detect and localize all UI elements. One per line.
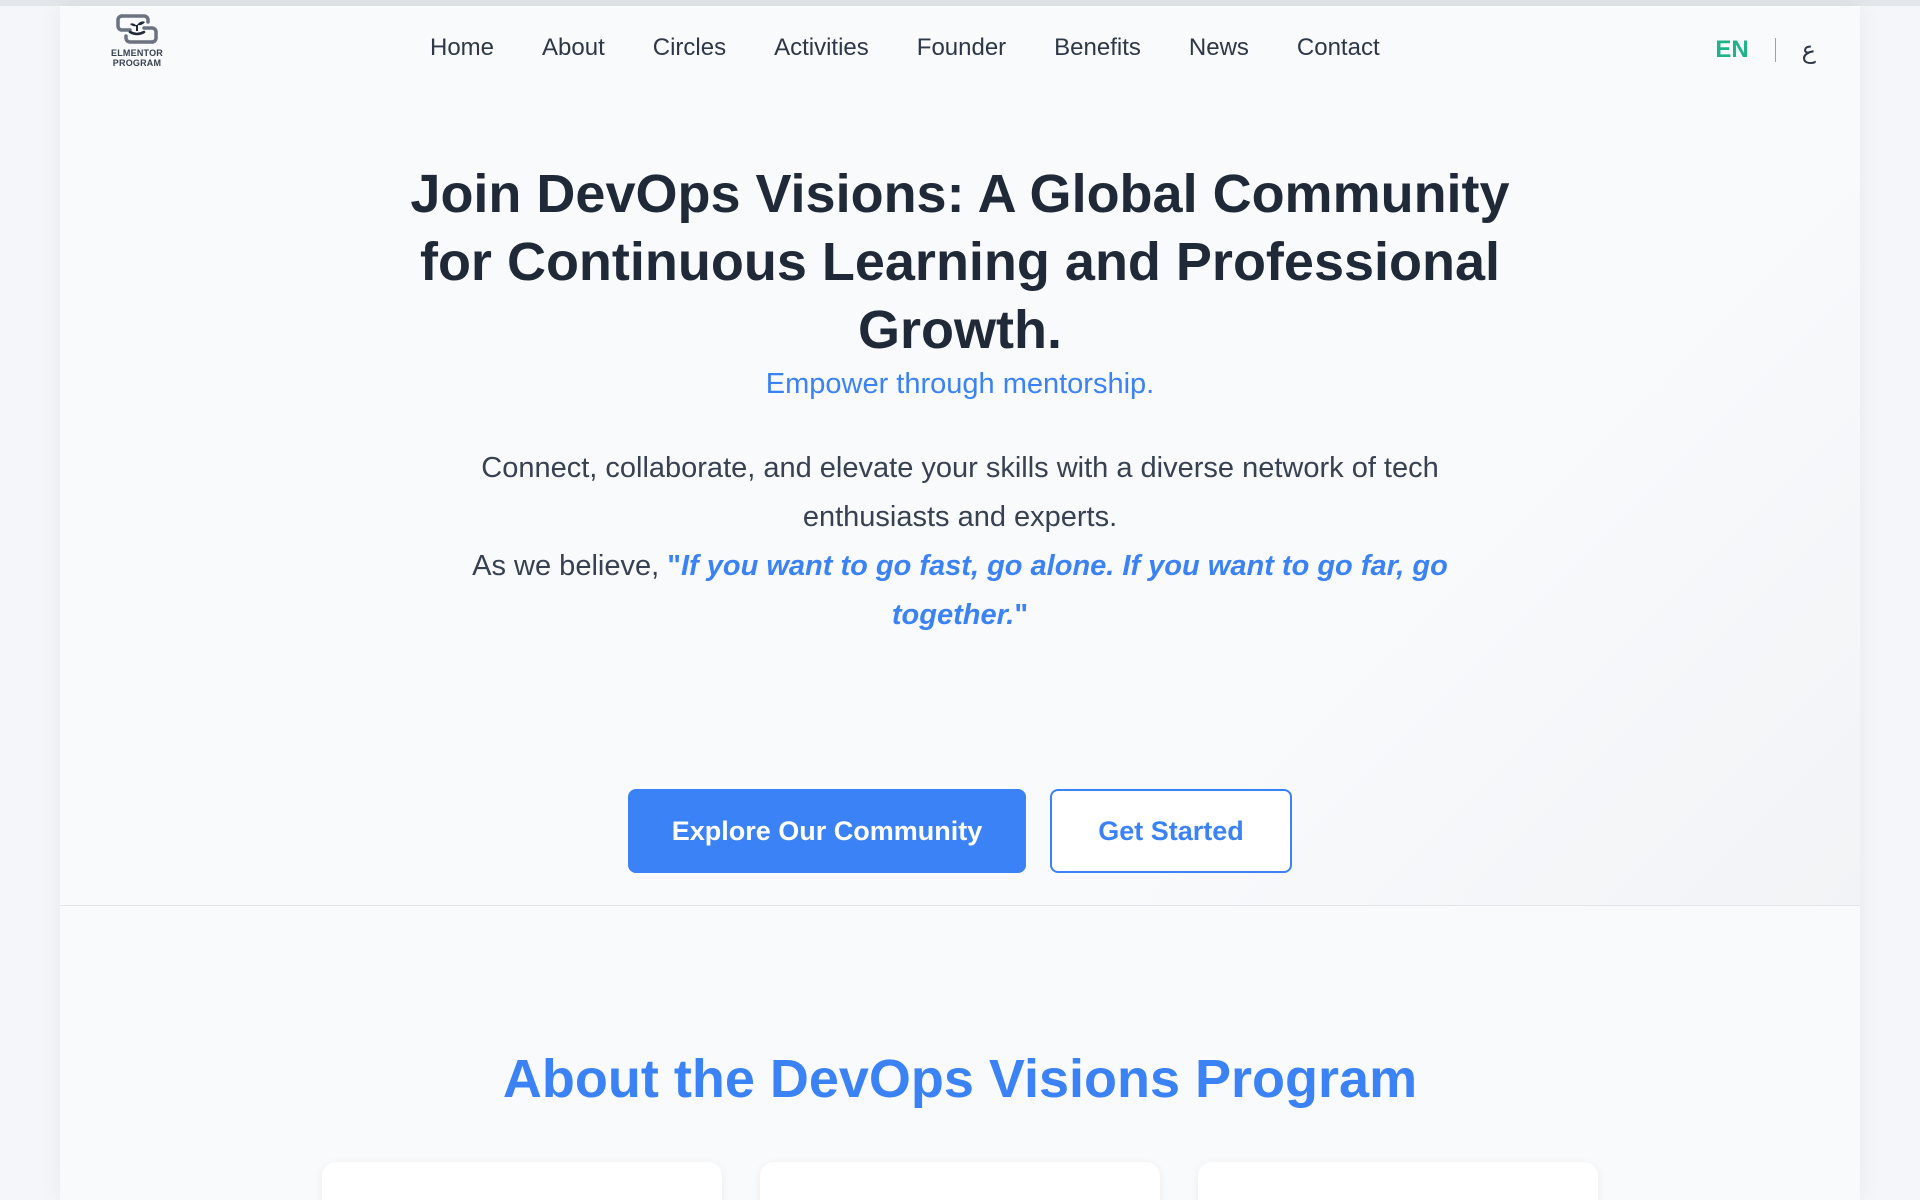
page: ELMENTOR PROGRAM Home About Circles Acti… bbox=[60, 6, 1860, 1200]
nav-item-circles[interactable]: Circles bbox=[653, 30, 726, 70]
nav-item-about[interactable]: About bbox=[542, 30, 605, 70]
about-card-2 bbox=[760, 1162, 1160, 1200]
get-started-button[interactable]: Get Started bbox=[1050, 789, 1292, 873]
language-switcher: EN ع bbox=[1715, 32, 1816, 68]
hero-description: Connect, collaborate, and elevate your s… bbox=[460, 444, 1460, 640]
hands-sprout-icon bbox=[116, 14, 158, 44]
nav-item-benefits[interactable]: Benefits bbox=[1054, 30, 1141, 70]
about-card-3 bbox=[1198, 1162, 1598, 1200]
quote-close-mark: " bbox=[1014, 599, 1029, 631]
logo[interactable]: ELMENTOR PROGRAM bbox=[102, 12, 172, 76]
nav-item-founder[interactable]: Founder bbox=[917, 30, 1006, 70]
explore-community-button[interactable]: Explore Our Community bbox=[628, 789, 1026, 873]
quote-open-mark: " bbox=[667, 550, 681, 582]
nav-item-activities[interactable]: Activities bbox=[774, 30, 869, 70]
hero-title: Join DevOps Visions: A Global Community … bbox=[410, 164, 1510, 360]
site-header: ELMENTOR PROGRAM Home About Circles Acti… bbox=[60, 6, 1860, 86]
nav-item-contact[interactable]: Contact bbox=[1297, 30, 1380, 70]
language-divider bbox=[1774, 38, 1776, 62]
about-card-1 bbox=[322, 1162, 722, 1200]
hero-quote-line: As we believe, "If you want to go fast, … bbox=[460, 542, 1460, 640]
logo-text-line2: PROGRAM bbox=[112, 58, 162, 68]
hero-cta-row: Explore Our Community Get Started bbox=[60, 789, 1860, 873]
nav-item-home[interactable]: Home bbox=[430, 30, 494, 70]
logo-text-line1: ELMENTOR bbox=[111, 48, 163, 58]
language-ar-button[interactable]: ع bbox=[1802, 36, 1816, 65]
language-en-button[interactable]: EN bbox=[1715, 36, 1748, 64]
quote-intro: As we believe, bbox=[472, 550, 660, 582]
hero-section: Join DevOps Visions: A Global Community … bbox=[60, 86, 1860, 906]
about-section-title: About the DevOps Visions Program bbox=[502, 1049, 1418, 1109]
hero-description-text: Connect, collaborate, and elevate your s… bbox=[481, 452, 1439, 533]
main-nav: Home About Circles Activities Founder Be… bbox=[430, 30, 1428, 70]
hero-quote: If you want to go fast, go alone. If you… bbox=[680, 550, 1448, 631]
nav-item-news[interactable]: News bbox=[1189, 30, 1249, 70]
hero-tagline: Empower through mentorship. bbox=[765, 368, 1155, 400]
